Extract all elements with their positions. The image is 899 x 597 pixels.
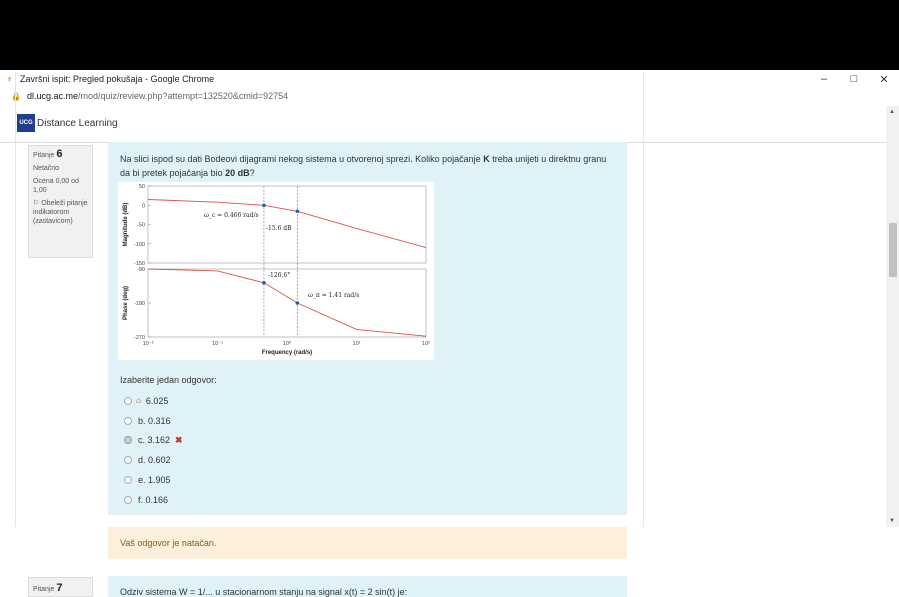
question-db: 20 dB bbox=[225, 168, 250, 178]
option-f[interactable]: f. 0.166 bbox=[120, 490, 217, 510]
y-tick-label: -50 bbox=[137, 223, 145, 229]
x-tick-label: 10⁻¹ bbox=[212, 341, 223, 347]
option-b-label: b. 0.316 bbox=[138, 415, 171, 426]
flag-question-link[interactable]: ⚐ Obeleži pitanje indikatorom (zastavico… bbox=[33, 199, 88, 226]
y-tick-label: -100 bbox=[134, 242, 145, 248]
plot-frame bbox=[147, 268, 427, 338]
plot-annotation: ω_π = 1.41 rad/s bbox=[308, 292, 359, 299]
y-tick-label: -180 bbox=[134, 301, 145, 307]
question-number: 6 bbox=[56, 148, 63, 160]
option-d[interactable]: d. 0.602 bbox=[120, 450, 217, 470]
radio-f[interactable] bbox=[124, 495, 132, 504]
highlight-icon: ⌂ bbox=[136, 396, 141, 406]
radio-c[interactable] bbox=[124, 436, 132, 445]
feedback-text: Vaš odgovor je natačan. bbox=[120, 538, 217, 548]
option-c[interactable]: c. 3.162 ✖ bbox=[120, 431, 217, 451]
feedback-box: Vaš odgovor je natačan. bbox=[108, 527, 627, 559]
x-axis-label: Frequency (rad/s) bbox=[262, 350, 312, 356]
option-a-label: 6.025 bbox=[145, 395, 169, 406]
question-box-7: Odziv sistema W = 1/... u stacionarnom s… bbox=[108, 576, 627, 597]
plot-annotation: -126.6° bbox=[268, 272, 290, 279]
radio-d[interactable] bbox=[124, 456, 132, 465]
y-tick-label: 50 bbox=[139, 184, 145, 190]
flag-label: Obeleži pitanje indikatorom (zastavicom) bbox=[33, 200, 88, 225]
question-status: Netačno bbox=[33, 165, 60, 172]
option-d-label: d. 0.602 bbox=[138, 455, 171, 466]
bode-plot: 500-50-100-150Magnitude (dB) -90-180-270… bbox=[118, 182, 434, 360]
y-tick-label: 0 bbox=[142, 203, 145, 209]
y-axis-label: Phase (deg) bbox=[123, 286, 129, 320]
x-tick-label: 10⁻² bbox=[143, 341, 154, 347]
x-tick-label: 10⁰ bbox=[283, 340, 292, 347]
option-b[interactable]: b. 0.316 bbox=[120, 411, 217, 431]
scroll-down-icon[interactable]: ▼ bbox=[889, 518, 895, 524]
x-tick-label: 10¹ bbox=[353, 341, 361, 347]
phase-plot: -90-180-270Phase (deg)10⁻² 10⁻¹ 10⁰ 10¹ 10²F… bbox=[123, 267, 430, 356]
option-e[interactable]: e. 1.905 bbox=[120, 470, 217, 490]
question7-text: Odziv sistema W = 1/... u stacionarnom s… bbox=[120, 587, 408, 597]
scrollbar-thumb[interactable] bbox=[889, 223, 897, 277]
question7-label: Pitanje bbox=[33, 586, 55, 593]
option-e-label: e. 1.905 bbox=[138, 475, 171, 486]
scrollbar[interactable]: ▲ ▼ bbox=[886, 106, 899, 527]
question-info: Pitanje 6 Netačno Ocena 0,00 od 1,00 ⚐ O… bbox=[28, 145, 93, 258]
plot-annotation: ω_c = 0.466 rad/s bbox=[204, 212, 259, 219]
y-tick-label: -90 bbox=[137, 267, 145, 273]
question-text-3: ? bbox=[249, 168, 255, 178]
question-grade: Ocena 0,00 od 1,00 bbox=[33, 178, 79, 194]
question-text-1: Na slici ispod su dati Bodeovi dijagrami… bbox=[120, 154, 484, 164]
x-tick-label: 10² bbox=[422, 341, 430, 347]
incorrect-icon: ✖ bbox=[175, 434, 183, 445]
question-box: Na slici ispod su dati Bodeovi dijagrami… bbox=[108, 142, 627, 515]
radio-a[interactable] bbox=[124, 396, 132, 405]
plot-annotation: -15.6 dB bbox=[266, 225, 292, 232]
radio-b[interactable] bbox=[124, 416, 132, 425]
option-c-label: c. 3.162 bbox=[138, 435, 171, 446]
y-axis-label: Magnitude (dB) bbox=[123, 203, 129, 247]
answer-prompt: Izaberite jedan odgovor: bbox=[120, 375, 217, 385]
question-text: Na slici ispod su dati Bodeovi dijagrami… bbox=[120, 152, 615, 180]
radio-e[interactable] bbox=[124, 476, 132, 485]
scroll-up-icon[interactable]: ▲ bbox=[889, 109, 895, 115]
column-divider bbox=[643, 72, 644, 527]
question-label: Pitanje bbox=[33, 152, 55, 159]
flag-icon: ⚐ bbox=[33, 200, 40, 207]
option-f-label: f. 0.166 bbox=[138, 494, 169, 505]
answer-list: Izaberite jedan odgovor: ⌂ 6.025 b. 0.316… bbox=[120, 375, 217, 510]
option-a[interactable]: ⌂ 6.025 bbox=[120, 391, 217, 411]
question-info-7: Pitanje 7 bbox=[28, 577, 93, 597]
question7-number: 7 bbox=[56, 582, 63, 594]
